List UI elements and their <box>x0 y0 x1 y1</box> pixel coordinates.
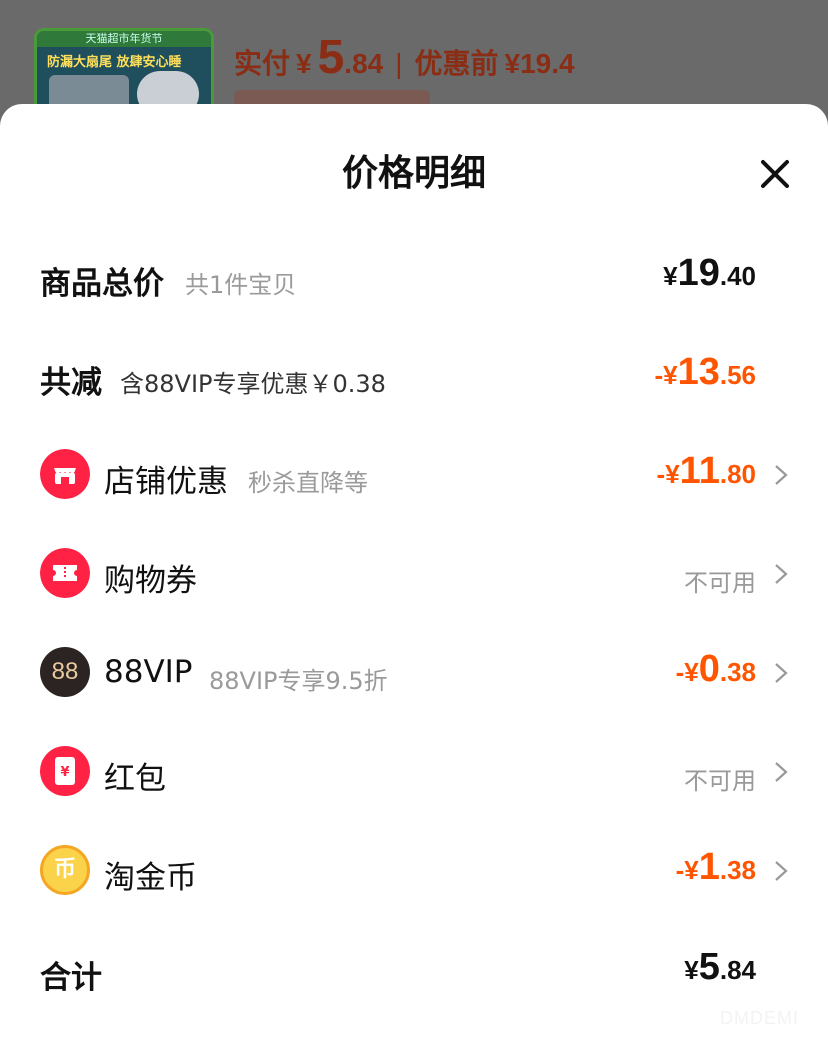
sheet-title: 价格明细 <box>341 153 486 194</box>
chevron-right-icon[interactable] <box>772 662 790 684</box>
ticket-icon <box>40 548 90 598</box>
vip-discount-value: -¥ 0.38 <box>675 648 756 690</box>
row-shopping-coupon[interactable]: 购物券 不可用 <box>0 543 828 603</box>
row-red-packet[interactable]: ¥ 红包 不可用 <box>0 741 828 801</box>
store-discount-label: 店铺优惠 <box>104 464 228 500</box>
total-price-sub: 共1件宝贝 <box>185 271 297 299</box>
total-discount-sub: 含88VIP专享优惠￥0.38 <box>120 370 386 398</box>
total-discount-value: -¥ 13.56 <box>654 351 756 393</box>
paid-dec: .84 <box>344 48 384 79</box>
row-taojinbi[interactable]: 币 淘金币 -¥ 1.38 <box>0 840 828 900</box>
taojinbi-label: 淘金币 <box>104 860 197 896</box>
shopping-coupon-label: 购物券 <box>104 563 197 599</box>
red-packet-icon: ¥ <box>40 746 90 796</box>
row-total-discount: 共减 含88VIP专享优惠￥0.38 -¥ 13.56 <box>0 345 828 405</box>
close-icon[interactable] <box>755 154 795 194</box>
88vip-icon: 88 <box>40 647 90 697</box>
paid-int: 5 <box>317 31 345 84</box>
sum-label: 合计 <box>40 960 102 996</box>
taojinbi-value: -¥ 1.38 <box>675 846 756 888</box>
row-total-price: 商品总价 共1件宝贝 ¥19.40 <box>0 246 828 306</box>
thumbnail-banner: 天猫超市年货节 <box>37 31 211 47</box>
chevron-right-icon[interactable] <box>772 563 790 585</box>
row-store-discount[interactable]: 店铺优惠 秒杀直降等 -¥ 11.80 <box>0 444 828 504</box>
total-discount-label: 共减 <box>40 365 102 401</box>
vip-sub: 88VIP专享9.5折 <box>209 667 388 695</box>
chevron-right-icon[interactable] <box>772 464 790 486</box>
vip-label: 88VIP <box>104 654 193 690</box>
total-price-value: ¥19.40 <box>663 252 756 294</box>
before-label: 优惠前 <box>414 48 499 79</box>
sum-value: ¥5.84 <box>684 946 756 988</box>
backdrop-price: 实付 ¥ 5.84 | 优惠前 ¥19.4 <box>234 30 575 85</box>
price-detail-sheet: 价格明细 商品总价 共1件宝贝 ¥19.40 共减 含88VIP专享优惠￥0.3… <box>0 104 828 1050</box>
store-icon <box>40 449 90 499</box>
row-sum: 合计 ¥5.84 <box>0 940 828 1000</box>
price-separator: | <box>395 48 403 79</box>
total-price-label: 商品总价 <box>40 266 164 302</box>
red-packet-glyph: ¥ <box>55 757 75 785</box>
chevron-right-icon[interactable] <box>772 761 790 783</box>
store-discount-sub: 秒杀直降等 <box>248 469 368 497</box>
paid-label: 实付 <box>234 48 291 79</box>
red-packet-status: 不可用 <box>684 767 756 795</box>
chevron-right-icon[interactable] <box>772 860 790 882</box>
watermark: DMDEMI <box>720 1008 799 1028</box>
red-packet-label: 红包 <box>104 761 166 797</box>
shopping-coupon-status: 不可用 <box>684 569 756 597</box>
paid-currency: ¥ <box>296 48 312 79</box>
row-88vip[interactable]: 88 88VIP 88VIP专享9.5折 -¥ 0.38 <box>0 642 828 702</box>
coin-icon: 币 <box>40 845 90 895</box>
thumbnail-title: 防漏大扇尾 放肆安心睡 <box>47 55 182 70</box>
before-value: ¥19.4 <box>504 48 575 79</box>
store-discount-value: -¥ 11.80 <box>656 450 756 492</box>
